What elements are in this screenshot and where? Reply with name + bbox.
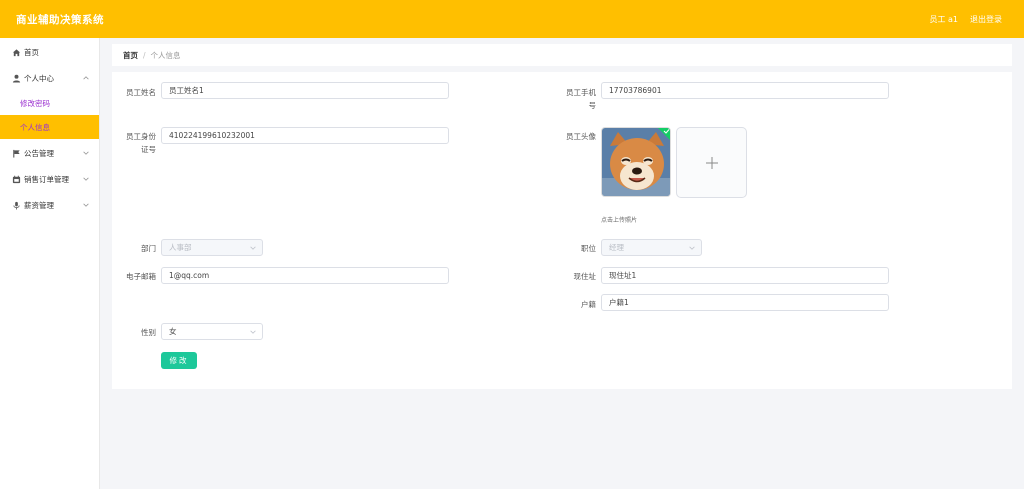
sidebar-item-label: 销售订单管理: [24, 174, 69, 184]
department-label: 部门: [141, 244, 156, 253]
submit-button[interactable]: 修改: [161, 352, 197, 369]
id-number-label: 员工身份 证号: [120, 130, 156, 156]
phone-label: 员工手机 号: [560, 86, 596, 112]
sidebar-item-sales-orders[interactable]: 销售订单管理: [0, 166, 99, 192]
address-input[interactable]: 现住址1: [601, 267, 889, 284]
sidebar-item-label: 薪资管理: [24, 200, 54, 210]
chevron-down-icon: [250, 330, 256, 334]
chevron-down-icon: [689, 246, 695, 250]
email-label: 电子邮箱: [126, 272, 156, 281]
check-badge-icon: [658, 128, 670, 140]
name-input[interactable]: 员工姓名1: [161, 82, 449, 99]
app-title: 商业辅助决策系统: [16, 14, 104, 26]
id-label-line2: 证号: [141, 145, 156, 154]
position-select: 经理: [601, 239, 702, 256]
gender-value: 女: [169, 327, 177, 336]
chevron-down-icon: [83, 177, 89, 181]
breadcrumb-current: 个人信息: [150, 50, 181, 60]
breadcrumb-home[interactable]: 首页: [123, 50, 138, 61]
sidebar-sub-personal-info[interactable]: 个人信息: [0, 115, 99, 139]
gender-select[interactable]: 女: [161, 323, 263, 340]
address-label: 现住址: [573, 272, 597, 281]
sidebar-item-notice[interactable]: 公告管理: [0, 140, 99, 166]
chevron-down-icon: [83, 151, 89, 155]
name-label: 员工姓名: [126, 88, 156, 97]
hukou-input[interactable]: 户籍1: [601, 294, 889, 311]
sidebar-item-salary[interactable]: 薪资管理: [0, 192, 99, 218]
chevron-down-icon: [83, 203, 89, 207]
gender-label: 性别: [141, 328, 156, 337]
chevron-down-icon: [250, 246, 256, 250]
avatar-image[interactable]: [601, 127, 671, 197]
hukou-label: 户籍: [581, 300, 596, 309]
top-header: 商业辅助决策系统 员工 a1 退出登录: [0, 0, 1024, 38]
sidebar-item-home[interactable]: 首页: [0, 39, 99, 65]
header-right: 员工 a1 退出登录: [929, 14, 1002, 25]
phone-input[interactable]: 17703786901: [601, 82, 889, 99]
position-value: 经理: [609, 243, 624, 252]
upload-tip: 点击上传照片: [601, 217, 638, 224]
position-label: 职位: [581, 244, 596, 253]
id-label-line1: 员工身份: [126, 132, 156, 141]
main-content: 首页 / 个人信息 员工姓名 员工姓名1 员工手机 号 17703786901 …: [112, 44, 1012, 389]
sidebar: 首页 个人中心 修改密码 个人信息 公告管理 销售订单管理 薪资管理: [0, 38, 100, 489]
avatar-label: 员工头像: [566, 132, 596, 141]
sidebar-item-label: 首页: [24, 47, 39, 57]
department-select: 人事部: [161, 239, 263, 256]
home-icon: [11, 47, 21, 57]
email-input[interactable]: 1@qq.com: [161, 267, 449, 284]
sidebar-item-label: 公告管理: [24, 148, 54, 158]
calendar-icon: [11, 174, 21, 184]
upload-avatar-button[interactable]: [676, 127, 747, 198]
phone-label-line1: 员工手机: [566, 88, 596, 97]
sidebar-sub-change-password[interactable]: 修改密码: [0, 91, 99, 115]
mic-icon: [11, 200, 21, 210]
department-value: 人事部: [169, 243, 192, 252]
sidebar-item-label: 个人中心: [24, 73, 54, 83]
plus-icon: [705, 156, 718, 169]
id-number-input[interactable]: 410224199610232001: [161, 127, 449, 144]
user-icon: [11, 73, 21, 83]
profile-form-card: 员工姓名 员工姓名1 员工手机 号 17703786901 员工身份 证号 41…: [112, 72, 1012, 389]
breadcrumb: 首页 / 个人信息: [112, 44, 1012, 66]
logout-link[interactable]: 退出登录: [970, 14, 1002, 25]
chevron-up-icon: [83, 76, 89, 80]
breadcrumb-separator: /: [143, 50, 146, 60]
flag-icon: [11, 148, 21, 158]
phone-label-line2: 号: [588, 101, 597, 110]
current-user: 员工 a1: [929, 15, 958, 24]
sidebar-item-personal-center[interactable]: 个人中心: [0, 65, 99, 91]
